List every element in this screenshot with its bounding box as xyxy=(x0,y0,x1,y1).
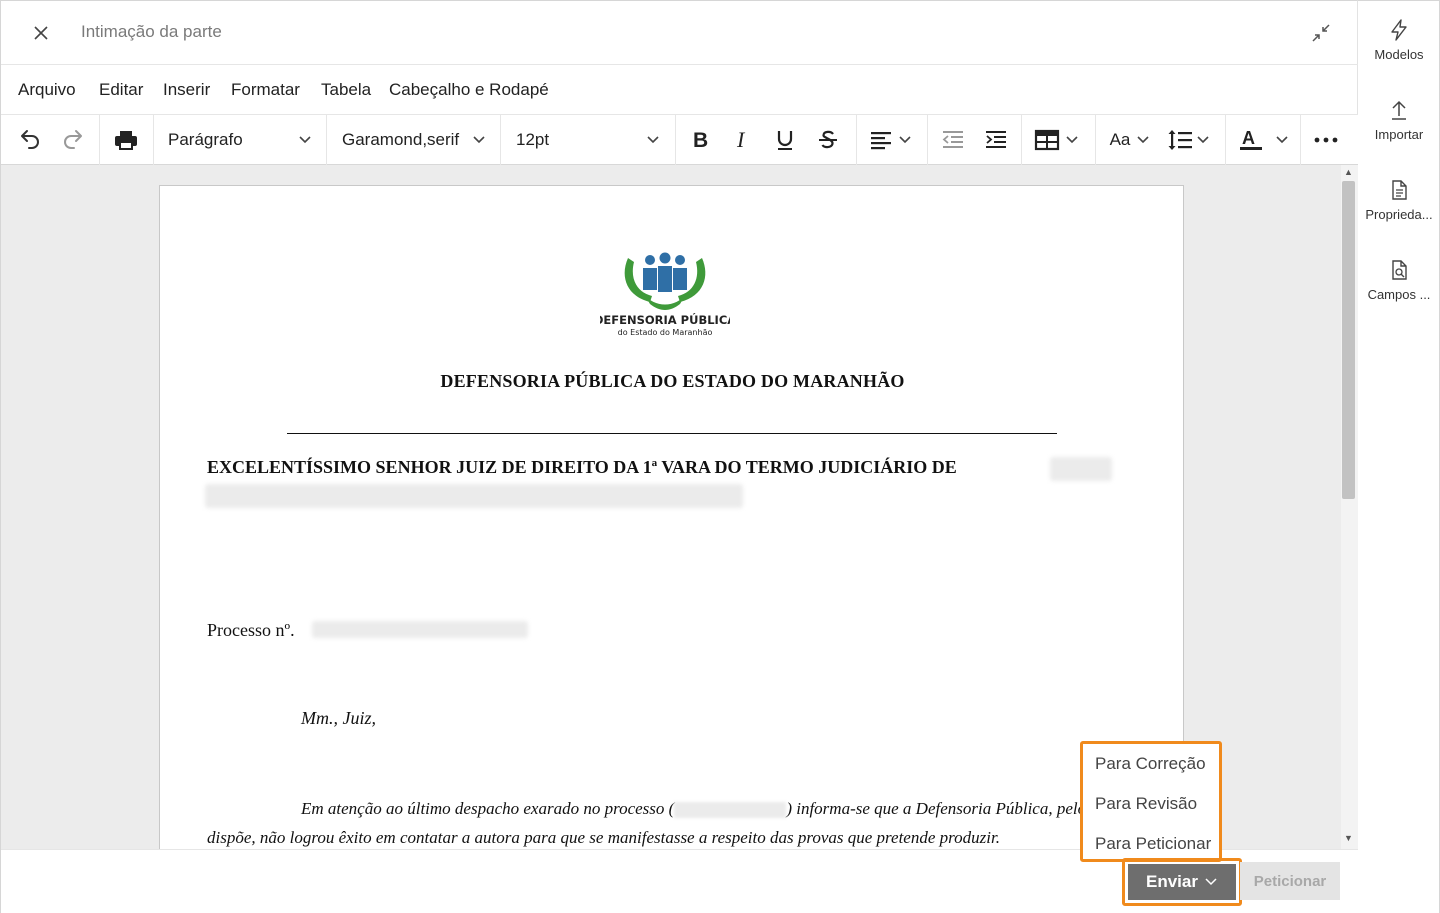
indent-icon[interactable] xyxy=(984,127,1008,153)
chevron-down-icon xyxy=(298,132,312,152)
send-option-correcao[interactable]: Para Correção xyxy=(1095,754,1206,774)
sidebar-item-propriedades[interactable]: Proprieda... xyxy=(1358,179,1440,249)
body-paragraph-line-1: Em atenção ao último despacho exarado no… xyxy=(301,799,1109,819)
font-size-select[interactable]: 12pt xyxy=(500,115,675,165)
redo-icon[interactable] xyxy=(60,127,86,153)
document-properties-icon xyxy=(1392,180,1407,200)
toolbar-separator xyxy=(1225,115,1226,165)
send-options-menu: Para Correção Para Revisão Para Peticion… xyxy=(1080,741,1222,862)
toolbar-separator xyxy=(99,115,100,165)
send-button[interactable]: Enviar xyxy=(1128,864,1236,900)
line-height-icon[interactable] xyxy=(1167,127,1213,153)
upload-icon xyxy=(1392,100,1406,120)
sidebar-item-label: Proprieda... xyxy=(1365,207,1433,222)
sidebar-item-importar[interactable]: Importar xyxy=(1358,99,1440,169)
body-paragraph-line-2: dispõe, não logrou êxito em contatar a a… xyxy=(207,828,1000,847)
change-case-icon[interactable]: Aa xyxy=(1109,127,1155,153)
sidebar-item-label: Importar xyxy=(1374,127,1424,142)
toolbar-separator xyxy=(1021,115,1022,165)
svg-text:I: I xyxy=(736,129,746,151)
font-size-value: 12pt xyxy=(516,130,550,149)
menu-cabecalho-rodape[interactable]: Cabeçalho e Rodapé xyxy=(389,80,549,100)
redacted-text xyxy=(205,484,743,508)
menu-editar[interactable]: Editar xyxy=(99,80,143,100)
redacted-text xyxy=(674,802,787,819)
paragraph-text: ) informa-se que a Defensoria Pública, p… xyxy=(786,799,1110,818)
toolbar-separator xyxy=(856,115,857,165)
chevron-down-icon xyxy=(646,132,660,152)
document-search-icon xyxy=(1392,260,1407,280)
underline-icon[interactable] xyxy=(773,127,797,153)
text-color-icon[interactable]: A xyxy=(1239,127,1291,153)
send-button-label: Enviar xyxy=(1146,872,1198,891)
toolbar-separator xyxy=(1095,115,1096,165)
menu-bar: Arquivo Editar Inserir Formatar Tabela C… xyxy=(1,65,1359,115)
defensoria-logo: DEFENSORIA PÚBLICA do Estado do Maranhão xyxy=(600,252,730,337)
sidebar-item-label: Campos ... xyxy=(1367,287,1431,302)
bold-icon[interactable]: B xyxy=(689,127,713,153)
document-page[interactable]: DEFENSORIA PÚBLICA do Estado do Maranhão… xyxy=(159,185,1184,849)
document-title: Intimação da parte xyxy=(81,22,222,41)
right-sidebar: Modelos Importar Proprieda... Campos ... xyxy=(1358,0,1440,913)
more-options-icon[interactable] xyxy=(1313,127,1339,153)
header-rule xyxy=(287,433,1057,434)
toolbar-separator xyxy=(1300,115,1301,165)
svg-text:A: A xyxy=(1242,128,1255,148)
menu-inserir[interactable]: Inserir xyxy=(163,80,210,100)
scrollbar-thumb[interactable] xyxy=(1342,181,1355,499)
addressee-line: EXCELENTÍSSIMO SENHOR JUIZ DE DIREITO DA… xyxy=(207,457,957,477)
align-left-icon[interactable] xyxy=(869,127,915,153)
menu-tabela[interactable]: Tabela xyxy=(321,80,371,100)
petition-button[interactable]: Peticionar xyxy=(1240,862,1340,900)
salutation: Mm., Juiz, xyxy=(301,708,376,728)
redacted-process-number xyxy=(312,621,528,638)
table-icon[interactable] xyxy=(1034,127,1082,153)
strikethrough-icon[interactable] xyxy=(815,127,841,153)
svg-text:B: B xyxy=(693,129,708,151)
sidebar-item-campos[interactable]: Campos ... xyxy=(1358,259,1440,329)
block-format-value: Parágrafo xyxy=(168,130,243,149)
menu-arquivo[interactable]: Arquivo xyxy=(18,80,76,100)
paragraph-text: Em atenção ao último despacho exarado no… xyxy=(301,799,675,818)
send-option-revisao[interactable]: Para Revisão xyxy=(1095,794,1197,814)
chevron-down-icon xyxy=(1205,878,1217,886)
toolbar-separator xyxy=(927,115,928,165)
block-format-select[interactable]: Parágrafo xyxy=(153,115,326,165)
close-icon[interactable] xyxy=(29,21,53,45)
italic-icon[interactable]: I xyxy=(731,127,755,153)
chevron-down-icon xyxy=(472,132,486,152)
undo-icon[interactable] xyxy=(17,127,43,153)
scroll-up-icon[interactable]: ▲ xyxy=(1344,167,1353,177)
organization-title: DEFENSORIA PÚBLICA DO ESTADO DO MARANHÃO xyxy=(440,371,905,391)
redacted-text xyxy=(1050,457,1112,481)
send-option-peticionar[interactable]: Para Peticionar xyxy=(1095,834,1211,854)
font-family-select[interactable]: Garamond,serif xyxy=(326,115,500,165)
font-family-value: Garamond,serif xyxy=(342,130,460,149)
formatting-toolbar: Parágrafo Garamond,serif 12pt B I Aa A xyxy=(1,115,1359,165)
toolbar-separator xyxy=(675,115,676,165)
outdent-icon[interactable] xyxy=(941,127,965,153)
scroll-down-icon[interactable]: ▼ xyxy=(1344,833,1353,843)
sidebar-item-modelos[interactable]: Modelos xyxy=(1358,19,1440,89)
lightning-icon xyxy=(1391,19,1407,41)
collapse-icon[interactable] xyxy=(1309,21,1333,45)
editor-header: Intimação da parte xyxy=(1,1,1359,65)
logo-subtitle: do Estado do Maranhão xyxy=(618,328,713,337)
sidebar-item-label: Modelos xyxy=(1374,47,1424,62)
change-case-label: Aa xyxy=(1109,130,1131,149)
logo-title: DEFENSORIA PÚBLICA xyxy=(600,312,730,327)
processo-label: Processo nº. xyxy=(207,620,295,640)
print-icon[interactable] xyxy=(112,127,140,153)
menu-formatar[interactable]: Formatar xyxy=(231,80,300,100)
